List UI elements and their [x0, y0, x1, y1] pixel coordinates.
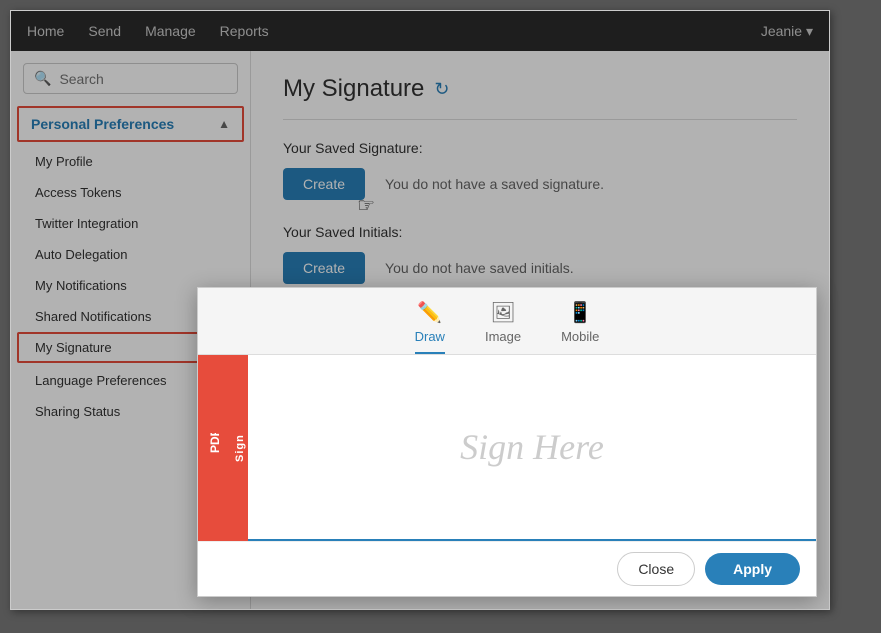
- sign-flag: PDF Sign: [198, 355, 248, 541]
- sign-flag-inner: PDF Sign: [200, 433, 246, 463]
- modal-footer: Close Apply: [198, 541, 816, 596]
- tab-mobile-label: Mobile: [561, 329, 599, 344]
- sign-label: Sign: [234, 434, 246, 462]
- app-container: Home Send Manage Reports Jeanie 🔍 Person…: [10, 10, 830, 610]
- signature-modal: ✏️ Draw 🖼 Image 📱 Mobile: [197, 287, 817, 597]
- sign-area[interactable]: Sign Here: [248, 355, 816, 541]
- sign-here-text: Sign Here: [460, 426, 604, 468]
- modal-body: PDF Sign Sign Here: [198, 355, 816, 541]
- svg-text:PDF: PDF: [208, 433, 222, 453]
- modal-tabs: ✏️ Draw 🖼 Image 📱 Mobile: [198, 288, 816, 355]
- mobile-icon: 📱: [568, 300, 593, 325]
- tab-image[interactable]: 🖼 Image: [485, 300, 521, 354]
- modal-overlay: ✏️ Draw 🖼 Image 📱 Mobile: [11, 11, 829, 609]
- tab-draw[interactable]: ✏️ Draw: [415, 300, 445, 354]
- apply-button[interactable]: Apply: [705, 553, 800, 585]
- tab-image-label: Image: [485, 329, 521, 344]
- tab-draw-label: Draw: [415, 329, 445, 344]
- tab-mobile[interactable]: 📱 Mobile: [561, 300, 599, 354]
- draw-icon: ✏️: [417, 300, 442, 325]
- close-button[interactable]: Close: [617, 552, 695, 586]
- image-icon: 🖼: [490, 300, 515, 325]
- pdf-icon: PDF: [200, 433, 230, 463]
